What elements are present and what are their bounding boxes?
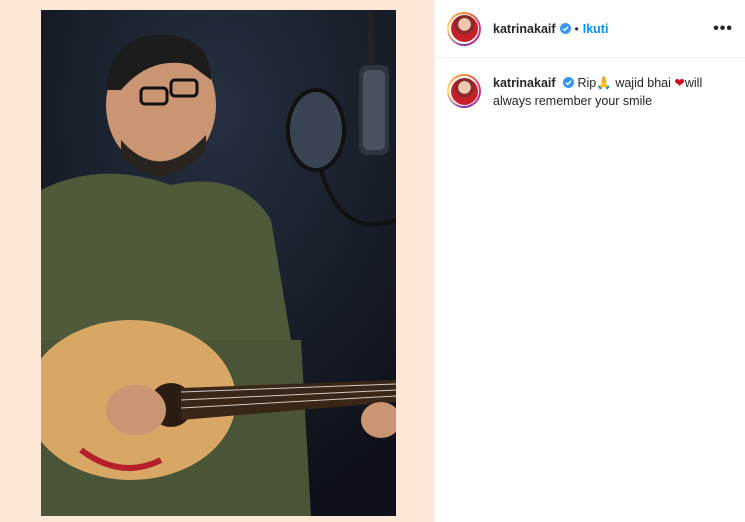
singer-with-guitar-image — [41, 10, 396, 516]
more-options-icon[interactable]: ••• — [713, 20, 733, 38]
post-sidebar: katrinakaif • Ikuti ••• katrinakaif Rip🙏… — [434, 0, 745, 522]
verified-badge-icon — [559, 23, 571, 34]
caption-avatar[interactable] — [447, 74, 481, 108]
caption-part2: wajid bhai — [611, 76, 675, 90]
caption-username-link[interactable]: katrinakaif — [493, 76, 556, 90]
post-media-area — [0, 0, 434, 522]
post-caption: katrinakaif Rip🙏 wajid bhai ❤will always… — [435, 58, 745, 126]
verified-badge-icon — [563, 77, 575, 88]
caption-part1: Rip — [577, 76, 597, 90]
pray-emoji: 🙏 — [596, 76, 612, 90]
instagram-post: katrinakaif • Ikuti ••• katrinakaif Rip🙏… — [0, 0, 745, 522]
heart-emoji: ❤ — [674, 76, 685, 90]
caption-text: katrinakaif Rip🙏 wajid bhai ❤will always… — [493, 74, 733, 110]
follow-button[interactable]: Ikuti — [583, 22, 609, 36]
separator-dot: • — [574, 21, 579, 36]
avatar[interactable] — [447, 11, 481, 46]
avatar-image — [450, 15, 478, 42]
post-photo[interactable] — [41, 10, 396, 516]
avatar-image — [450, 77, 478, 105]
username-link[interactable]: katrinakaif — [493, 22, 556, 36]
post-header: katrinakaif • Ikuti ••• — [435, 0, 745, 58]
